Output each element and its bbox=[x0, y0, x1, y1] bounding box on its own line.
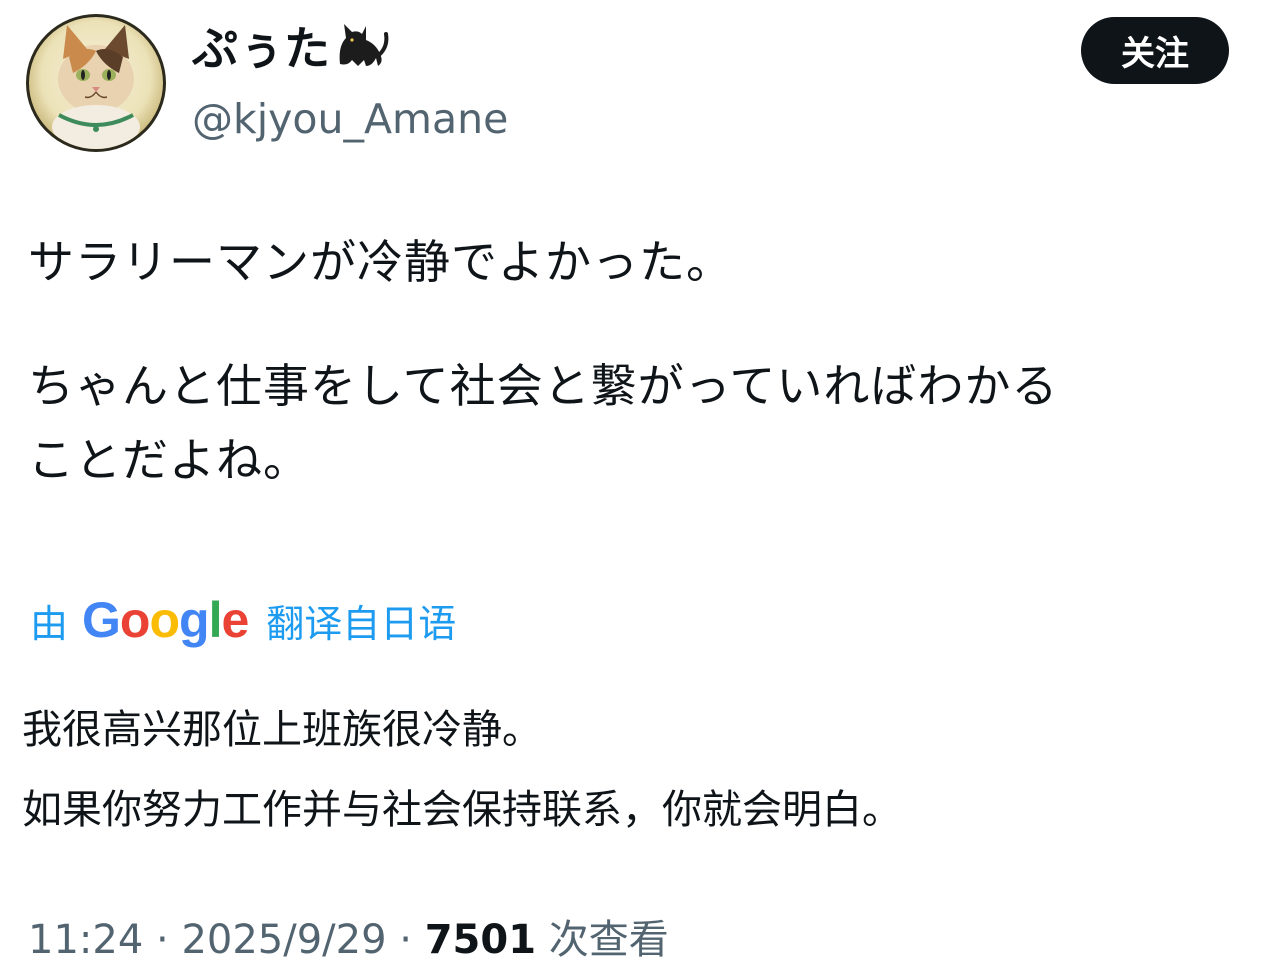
translate-prefix: 由 bbox=[30, 601, 69, 646]
translated-text: 我很高兴那位上班族很冷静。 如果你努力工作并与社会保持联系，你就会明白。 bbox=[22, 690, 902, 850]
tweet-line: ことだよね。 bbox=[28, 433, 310, 487]
user-handle[interactable]: @kjyou_Amane bbox=[192, 90, 508, 148]
translation-line: 如果你努力工作并与社会保持联系，你就会明白。 bbox=[22, 787, 902, 833]
translate-link[interactable]: 由 Google 翻译自日语 bbox=[30, 590, 456, 650]
display-name[interactable]: ぷぅた bbox=[192, 16, 508, 88]
translate-suffix: 翻译自日语 bbox=[266, 601, 457, 646]
cat-portrait-avatar[interactable] bbox=[26, 14, 166, 152]
view-count-label: 次查看 bbox=[548, 917, 669, 963]
view-count: 7501 bbox=[424, 917, 537, 963]
tweet-line: ちゃんと仕事をして社会と繋がっていればわかる bbox=[28, 359, 1059, 413]
google-logo-icon: Google bbox=[82, 592, 249, 648]
black-cat-icon bbox=[332, 16, 390, 88]
tweet-time[interactable]: 11:24 bbox=[28, 917, 143, 963]
translation-line: 我很高兴那位上班族很冷静。 bbox=[22, 707, 542, 753]
meta-separator: · bbox=[399, 917, 412, 963]
display-name-text[interactable]: ぷぅた bbox=[192, 22, 330, 76]
tweet-body: サラリーマンが冷静でよかった。 ちゃんと仕事をして社会と繋がっていればわかる こ… bbox=[28, 225, 1258, 497]
meta-separator: · bbox=[156, 917, 169, 963]
tweet-meta: 11:24 · 2025/9/29 · 7501 次查看 bbox=[28, 910, 669, 970]
follow-button[interactable]: 关注 bbox=[1081, 17, 1229, 84]
tweet-header: ぷぅた @kjyou_Amane 关注 bbox=[0, 0, 1280, 160]
tweet-line: サラリーマンが冷静でよかった。 bbox=[28, 235, 733, 289]
user-info: ぷぅた @kjyou_Amane bbox=[192, 16, 508, 148]
tweet-date[interactable]: 2025/9/29 bbox=[181, 917, 386, 963]
